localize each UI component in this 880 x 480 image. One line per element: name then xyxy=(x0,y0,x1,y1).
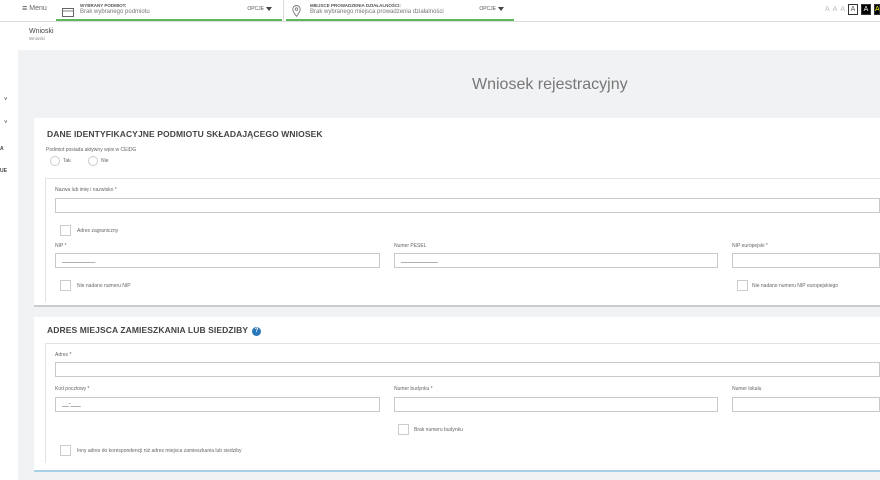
breadcrumb: Wnioski Wnioski xyxy=(29,28,54,41)
eu-nip-input[interactable] xyxy=(732,253,880,268)
ceidg-no-label: Nie xyxy=(101,158,109,164)
no-nip-label: Nie nadano numeru NIP xyxy=(77,282,131,289)
flat-number-label: Numer lokalu xyxy=(732,386,762,392)
pesel-input[interactable]: ___________ xyxy=(394,253,718,268)
selected-subject-label: WYBRANY PODMIOT: xyxy=(80,3,127,8)
place-options-button[interactable]: OPCJE xyxy=(479,6,504,12)
no-eu-nip-checkbox[interactable]: Nie nadano numeru NIP europejskiego xyxy=(737,280,838,291)
checkbox-box xyxy=(60,445,71,456)
selected-subject-selector[interactable]: WYBRANY PODMIOT: Brak wybranego podmiotu… xyxy=(56,0,282,21)
briefcase-icon xyxy=(62,4,74,22)
font-size-large-button[interactable]: A xyxy=(840,6,845,13)
form-title: Wniosek rejestracyjny xyxy=(472,76,628,93)
building-number-input[interactable] xyxy=(394,397,718,412)
caret-down-icon xyxy=(498,7,504,11)
contrast-default-button[interactable]: A xyxy=(848,4,858,15)
help-icon[interactable]: ? xyxy=(252,327,262,336)
location-pin-icon xyxy=(292,4,301,22)
sidebar-item-ue[interactable]: UE xyxy=(0,168,7,174)
radio-circle xyxy=(88,156,98,166)
ceidg-yes-label: Tak xyxy=(63,158,71,164)
sidebar-item-expand-2[interactable]: ˅ xyxy=(4,120,8,126)
no-nip-checkbox[interactable]: Nie nadano numeru NIP xyxy=(60,280,131,291)
checkbox-box xyxy=(60,225,71,236)
menu-button[interactable]: ≡ Menu xyxy=(22,3,47,13)
other-correspondence-checkbox[interactable]: Inny adres do korespondencji niż adres m… xyxy=(60,445,242,456)
ceidg-question: Podmiot posiada aktywny wpis w CEIDG xyxy=(46,147,137,153)
no-building-number-checkbox[interactable]: Brak numeru budynku xyxy=(398,424,463,435)
pesel-label: Numer PESEL xyxy=(394,243,427,249)
name-input[interactable] xyxy=(55,198,880,213)
checkbox-box xyxy=(398,424,409,435)
font-size-small-button[interactable]: A xyxy=(825,6,830,13)
address-input[interactable] xyxy=(55,362,880,377)
subject-options-button[interactable]: OPCJE xyxy=(247,6,272,12)
business-place-selector[interactable]: MIEJSCE PROWADZENIA DZIAŁALNOŚCI: Brak w… xyxy=(286,0,514,21)
other-correspondence-label: Inny adres do korespondencji niż adres m… xyxy=(77,447,242,454)
checkbox-box xyxy=(60,280,71,291)
hamburger-icon: ≡ xyxy=(22,3,28,13)
subject-options-label: OPCJE xyxy=(247,6,264,12)
business-place-value: Brak wybranego miejsca prowadzenia dział… xyxy=(310,9,444,15)
caret-down-icon xyxy=(266,7,272,11)
selected-subject-value: Brak wybranego podmiotu xyxy=(80,9,150,15)
top-bar: ≡ Menu WYBRANY PODMIOT: Brak wybranego p… xyxy=(0,0,880,22)
sidebar: ˅ ˅ A UE xyxy=(0,22,18,480)
accessibility-controls: A A A A A A xyxy=(825,4,880,15)
divider xyxy=(283,0,284,22)
foreign-address-checkbox[interactable]: Adres zagraniczny xyxy=(60,225,118,236)
place-options-label: OPCJE xyxy=(479,6,496,12)
address-section-title: ADRES MIEJSCA ZAMIESZKANIA LUB SIEDZIBY? xyxy=(47,325,262,336)
contrast-yellow-button[interactable]: A xyxy=(874,4,880,15)
ceidg-yes-radio[interactable]: Tak xyxy=(50,156,71,166)
name-label: Nazwa lub imię i nazwisko * xyxy=(55,187,117,193)
flat-number-input[interactable] xyxy=(732,397,880,412)
menu-label: Menu xyxy=(29,5,47,12)
identification-section-title: DANE IDENTYFIKACYJNE PODMIOTU SKŁADAJĄCE… xyxy=(47,129,323,139)
eu-nip-label: NIP europejski * xyxy=(732,243,768,249)
building-number-label: Numer budynku * xyxy=(394,386,433,392)
postal-code-input[interactable]: __-___ xyxy=(55,397,380,412)
contrast-dark-button[interactable]: A xyxy=(861,4,871,15)
address-section-title-text: ADRES MIEJSCA ZAMIESZKANIA LUB SIEDZIBY xyxy=(47,325,249,335)
no-eu-nip-label: Nie nadano numeru NIP europejskiego xyxy=(752,282,839,289)
breadcrumb-link[interactable]: Wnioski xyxy=(29,36,54,41)
ceidg-no-radio[interactable]: Nie xyxy=(88,156,109,166)
font-size-medium-button[interactable]: A xyxy=(833,6,838,13)
postal-code-label: Kod pocztowy * xyxy=(55,386,90,392)
radio-circle xyxy=(50,156,60,166)
address-label: Adres * xyxy=(55,352,72,358)
sidebar-item-a[interactable]: A xyxy=(0,146,4,152)
nip-label: NIP * xyxy=(55,243,67,249)
no-building-number-label: Brak numeru budynku xyxy=(414,426,463,433)
sidebar-item-expand-1[interactable]: ˅ xyxy=(4,97,8,103)
foreign-address-label: Adres zagraniczny xyxy=(77,227,119,234)
page-title: Wnioski xyxy=(29,28,54,35)
business-place-label: MIEJSCE PROWADZENIA DZIAŁALNOŚCI: xyxy=(310,3,401,8)
nip-input[interactable]: __________ xyxy=(55,253,380,268)
checkbox-box xyxy=(737,280,748,291)
